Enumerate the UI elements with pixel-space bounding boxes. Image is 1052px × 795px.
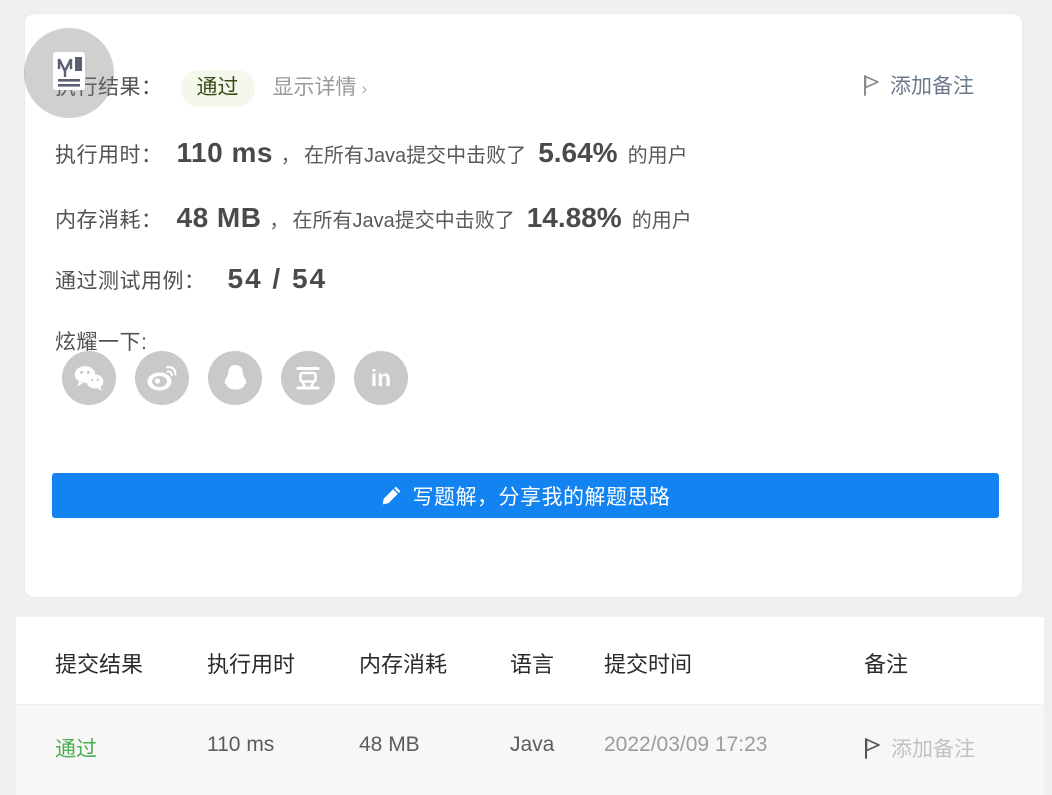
- memory-mid-prefix: 在所有: [292, 204, 352, 233]
- share-linkedin-icon[interactable]: in: [354, 351, 408, 405]
- result-status-row: 执行结果： 通过 显示详情 ›: [55, 70, 367, 107]
- row-language: Java: [510, 733, 554, 757]
- share-linkedin-label: in: [371, 367, 391, 390]
- table-header-row: 提交结果 执行用时 内存消耗 语言 提交时间 备注: [16, 617, 1044, 705]
- memory-language: Java: [352, 210, 394, 233]
- row-add-note-button[interactable]: 添加备注: [864, 733, 975, 763]
- memory-value: 48 MB: [177, 202, 262, 234]
- share-wechat-icon[interactable]: [62, 351, 116, 405]
- add-note-button[interactable]: 添加备注: [863, 70, 974, 100]
- runtime-mid-prefix: 在所有: [304, 139, 364, 168]
- runtime-row: 执行用时： 110 ms ， 在所有 Java 提交中击败了 5.64% 的用户: [55, 137, 688, 169]
- row-status[interactable]: 通过: [55, 733, 97, 763]
- testcases-label: 通过测试用例：: [55, 265, 206, 295]
- show-detail-link[interactable]: 显示详情 ›: [273, 71, 368, 101]
- share-icons: in: [62, 351, 408, 405]
- table-header-submitted-at: 提交时间: [604, 647, 692, 679]
- runtime-tail: 的用户: [628, 139, 688, 168]
- submissions-table: 提交结果 执行用时 内存消耗 语言 提交时间 备注 通过 110 ms 48 M…: [16, 617, 1044, 795]
- runtime-value: 110 ms: [177, 137, 273, 169]
- table-header-runtime: 执行用时: [207, 647, 295, 679]
- row-submitted-at: 2022/03/09 17:23: [604, 733, 768, 757]
- table-header-status: 提交结果: [55, 647, 143, 679]
- table-header-language: 语言: [510, 647, 554, 679]
- memory-tail: 的用户: [632, 204, 692, 233]
- share-qq-icon[interactable]: [208, 351, 262, 405]
- flag-icon: [864, 738, 881, 759]
- runtime-percentile: 5.64%: [538, 137, 617, 169]
- show-detail-label: 显示详情: [273, 76, 357, 99]
- runtime-label: 执行用时：: [55, 139, 163, 169]
- pencil-icon: [381, 485, 402, 506]
- flag-icon: [863, 75, 880, 96]
- write-solution-button[interactable]: 写题解，分享我的解题思路: [52, 473, 999, 518]
- row-add-note-label: 添加备注: [891, 733, 975, 763]
- table-row[interactable]: 通过 110 ms 48 MB Java 2022/03/09 17:23 添加…: [16, 705, 1044, 795]
- table-header-memory: 内存消耗: [359, 647, 447, 679]
- runtime-language: Java: [364, 145, 406, 168]
- share-douban-icon[interactable]: [281, 351, 335, 405]
- page-root: 执行结果： 通过 显示详情 › 添加备注 执行用时： 110 ms ， 在所有 J…: [0, 0, 1052, 795]
- memory-percentile: 14.88%: [527, 202, 622, 234]
- row-memory: 48 MB: [359, 733, 420, 757]
- testcases-row: 通过测试用例： 54 / 54: [55, 263, 327, 295]
- add-note-label: 添加备注: [890, 70, 974, 100]
- memory-mid-suffix: 提交中击败了: [395, 204, 515, 233]
- row-runtime: 110 ms: [207, 733, 274, 757]
- result-status-label: 执行结果：: [55, 71, 163, 101]
- runtime-mid-suffix: 提交中击败了: [406, 139, 526, 168]
- table-header-note: 备注: [864, 647, 908, 679]
- share-weibo-icon[interactable]: [135, 351, 189, 405]
- memory-row: 内存消耗： 48 MB ， 在所有 Java 提交中击败了 14.88% 的用户: [55, 202, 692, 234]
- memory-label: 内存消耗：: [55, 204, 163, 234]
- testcases-value: 54 / 54: [228, 263, 328, 295]
- memory-comma: ，: [269, 206, 288, 233]
- write-solution-label: 写题解，分享我的解题思路: [413, 481, 671, 511]
- chevron-right-icon: ›: [362, 79, 368, 98]
- runtime-comma: ，: [281, 141, 300, 168]
- status-badge: 通过: [181, 70, 255, 107]
